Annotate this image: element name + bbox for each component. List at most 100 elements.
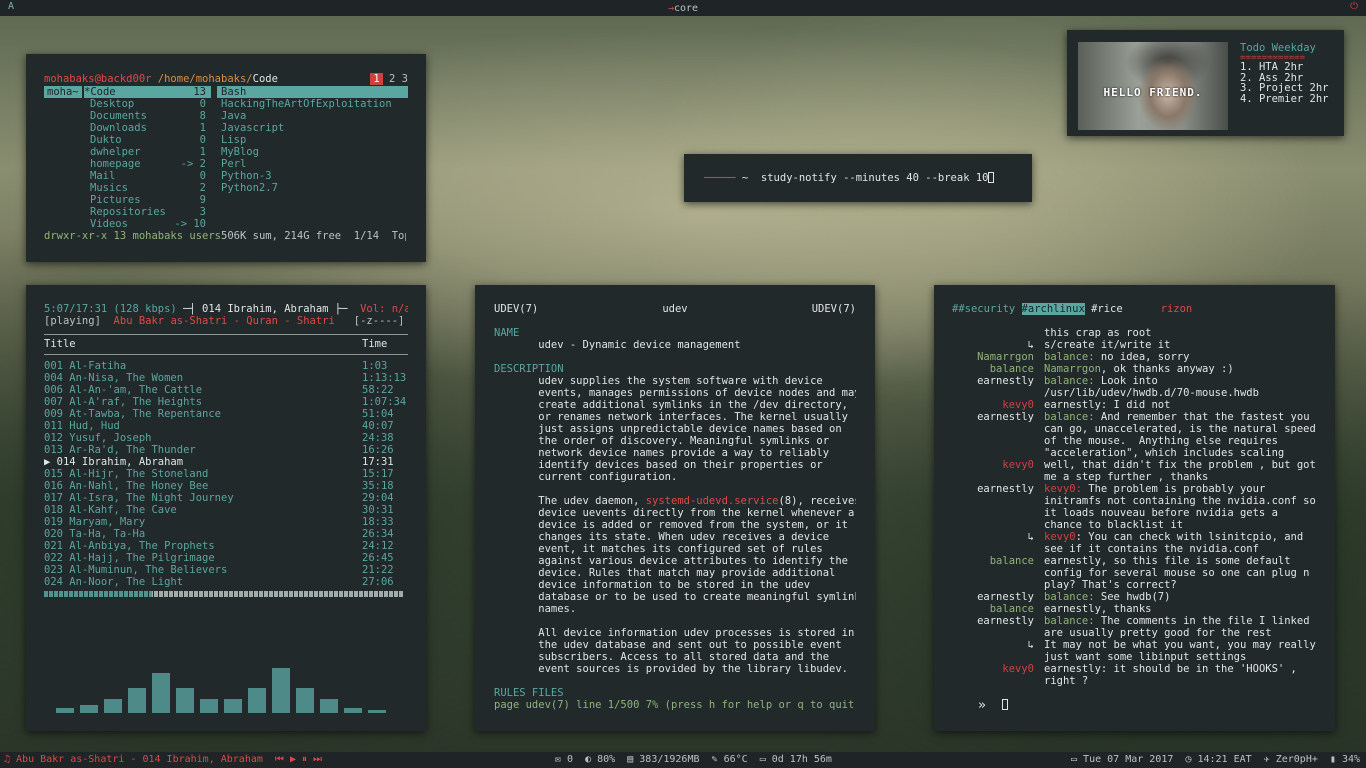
irc-nick[interactable] [952,387,1044,399]
arch-logo-icon[interactable]: A [8,1,14,12]
ranger-preview-entry[interactable]: Javascript [221,122,408,134]
ranger-dir-entry[interactable]: Pictures 9 [84,194,211,206]
ranger-dir-entry[interactable]: Desktop 0 [84,98,211,110]
irc-nick[interactable]: ↳ [952,639,1044,651]
irc-nick[interactable] [952,627,1044,639]
irc-nick[interactable]: balance [952,603,1044,615]
ranger-dir-entry[interactable]: Videos -> 10 [84,218,211,230]
irc-nick[interactable]: kevy0 [952,663,1044,675]
track-duration: 17:31 [362,456,394,468]
ranger-dir-entry[interactable]: Mail 0 [84,170,211,182]
irc-nick[interactable] [952,327,1044,339]
ranger-preview-entry[interactable]: Lisp [221,134,408,146]
irc-window[interactable]: ##security #archlinux #rice rizon this c… [934,285,1335,731]
irc-text: are usually pretty good for the rest [1044,627,1272,639]
irc-nick[interactable]: earnestly [952,615,1044,627]
terminal-notify-window[interactable]: ───── ~ study-notify --minutes 40 --brea… [684,154,1032,202]
irc-nick[interactable] [952,675,1044,687]
shell-command[interactable]: study-notify --minutes 40 --break 10 [761,172,989,184]
irc-nick[interactable] [952,543,1044,555]
irc-nick[interactable]: earnestly [952,591,1044,603]
ranger-preview-entry[interactable]: MyBlog [221,146,408,158]
ranger-dir-entry[interactable]: Musics 2 [84,182,211,194]
irc-message: are usually pretty good for the rest [952,627,1317,639]
playlist-row[interactable]: 006 Al-An-'am, The Cattle 58:22 [44,384,408,396]
irc-nick[interactable]: kevy0 [952,459,1044,471]
music-status[interactable]: ♫ Abu Bakr as-Shatri - 014 Ibrahim, Abra… [4,752,322,768]
irc-nick[interactable] [952,423,1044,435]
irc-nick[interactable] [952,651,1044,663]
ranger-preview-entry[interactable]: Python-3 [221,170,408,182]
playlist-row[interactable]: 011 Hud, Hud 40:07 [44,420,408,432]
playlist-row[interactable]: 022 Al-Hajj, The Pilgrimage 26:45 [44,552,408,564]
spectrum-bar [320,699,338,713]
channel-tab[interactable]: ##security [952,303,1015,315]
todo-list: Todo Weekday ============ 1. HTA 2hr 2. … [1240,42,1329,124]
ranger-dir-entry[interactable]: homepage -> 2 [84,158,211,170]
irc-nick[interactable]: Namarrgon [952,351,1044,363]
playlist-row[interactable]: 009 At-Tawba, The Repentance 51:04 [44,408,408,420]
irc-nick[interactable]: ↳ [952,531,1044,543]
ranger-dir-entry[interactable]: *Code 13 [84,86,211,98]
irc-nick[interactable] [952,435,1044,447]
ranger-dir-entry[interactable]: Documents 8 [84,110,211,122]
playlist-row[interactable]: ▶ 014 Ibrahim, Abraham 17:31 [44,456,408,468]
channel-tab[interactable]: #rice [1085,303,1123,315]
playlist-row[interactable]: 004 An-Nisa, The Women 1:13:13 [44,372,408,384]
irc-nick[interactable]: balance [952,363,1044,375]
irc-nick[interactable] [952,471,1044,483]
man-page-window[interactable]: UDEV(7) udev UDEV(7) NAME udev - Dynamic d… [475,285,875,731]
playlist-row[interactable]: 012 Yusuf, Joseph 24:38 [44,432,408,444]
player-nowplaying: 5:07/17:31 (128 kbps) ─┤ 014 Ibrahim, Ab… [44,303,408,315]
ranger-dir-entry[interactable]: Repositories 3 [84,206,211,218]
ranger-tabs[interactable]: 2 3 [383,73,408,85]
playlist-row[interactable]: 018 Al-Kahf, The Cave 30:31 [44,504,408,516]
ranger-tab-active[interactable]: 1 [370,73,383,85]
playlist-row[interactable]: 013 Ar-Ra'd, The Thunder 16:26 [44,444,408,456]
playlist-row[interactable]: 007 Al-A'raf, The Heights 1:07:34 [44,396,408,408]
music-player-window[interactable]: 5:07/17:31 (128 kbps) ─┤ 014 Ibrahim, Ab… [26,285,426,731]
playlist-row[interactable]: 023 Al-Muminun, The Believers 21:22 [44,564,408,576]
playlist-row[interactable]: 016 An-Nahl, The Honey Bee 35:18 [44,480,408,492]
irc-highlight: earnestly [1044,603,1101,615]
playlist-row[interactable]: 017 Al-Isra, The Night Journey 29:04 [44,492,408,504]
irc-nick[interactable] [952,507,1044,519]
irc-nick[interactable] [952,567,1044,579]
ranger-preview-entry[interactable]: Bash [217,86,408,98]
ranger-preview-entry[interactable]: Java [221,110,408,122]
progress-bar[interactable] [44,591,404,597]
dir-name: Pictures [90,194,141,206]
ranger-dir-entry[interactable]: Dukto 0 [84,134,211,146]
irc-nick[interactable]: kevy0 [952,399,1044,411]
network-tab[interactable]: rizon [1161,303,1193,315]
ranger-window[interactable]: mohabaks@backd00r /home/mohabaks/Code 1 … [26,54,426,262]
playlist-row[interactable]: 024 An-Noor, The Light 27:06 [44,576,408,588]
man-link[interactable]: systemd-udevd.service [646,495,779,507]
irc-nick[interactable] [952,495,1044,507]
playlist-row[interactable]: 021 Al-Anbiya, The Prophets 24:12 [44,540,408,552]
ranger-dir-entry[interactable]: Downloads 1 [84,122,211,134]
ranger-dir-entry[interactable]: dwhelper 1 [84,146,211,158]
playlist-row[interactable]: 019 Maryam, Mary 18:33 [44,516,408,528]
ranger-preview-entry[interactable]: Python2.7 [221,182,408,194]
irc-input[interactable]: » [978,699,1008,713]
irc-nick[interactable]: earnestly [952,411,1044,423]
ranger-preview-entry[interactable]: HackingTheArtOfExploitation [221,98,408,110]
irc-nick[interactable] [952,519,1044,531]
man-paragraph-line: event sources is provided by the library… [494,663,849,675]
ranger-parent-dir[interactable]: moha~ [44,86,82,98]
irc-nick[interactable]: ↳ [952,339,1044,351]
irc-message-body: chance to blacklist it [1044,519,1317,531]
power-icon[interactable]: ⏻ [1350,1,1358,12]
irc-nick[interactable]: earnestly [952,483,1044,495]
playlist-row[interactable]: 001 Al-Fatiha 1:03 [44,360,408,372]
irc-nick[interactable]: earnestly [952,375,1044,387]
channel-tab-active[interactable]: #archlinux [1021,303,1085,315]
playlist-row[interactable]: 020 Ta-Ha, Ta-Ha 26:34 [44,528,408,540]
irc-nick[interactable] [952,579,1044,591]
irc-message-body: s/create it/write it [1044,339,1317,351]
playlist-row[interactable]: 015 Al-Hijr, The Stoneland 15:17 [44,468,408,480]
irc-nick[interactable] [952,447,1044,459]
irc-nick[interactable]: balance [952,555,1044,567]
ranger-preview-entry[interactable]: Perl [221,158,408,170]
